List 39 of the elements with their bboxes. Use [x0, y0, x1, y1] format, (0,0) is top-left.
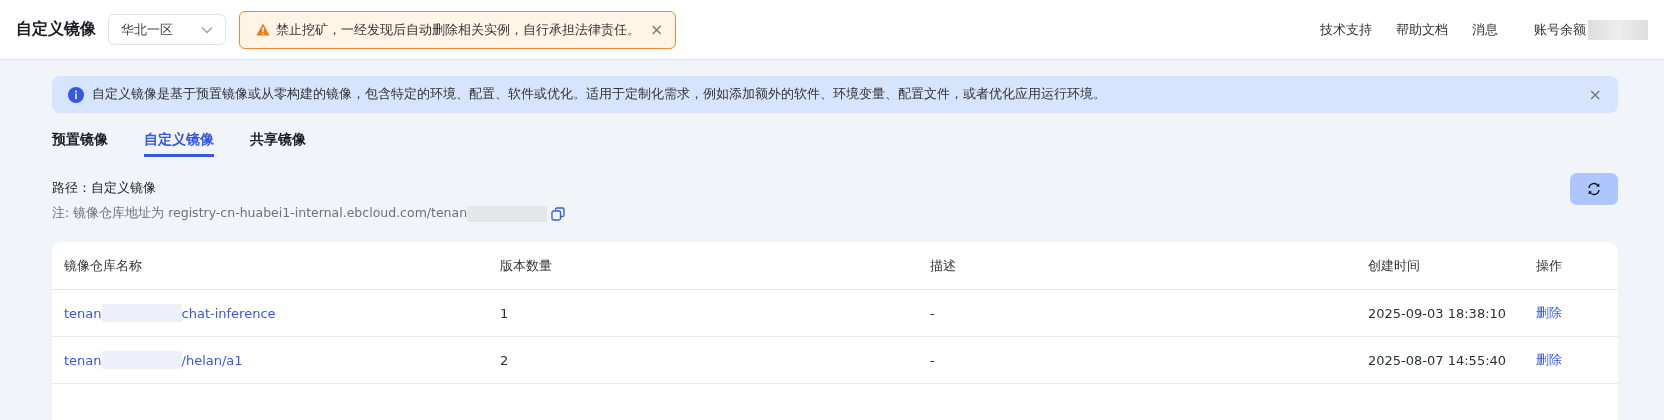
page-title: 自定义镜像	[16, 19, 96, 40]
column-header: 创建时间	[1368, 256, 1421, 275]
tab[interactable]: 预置镜像	[52, 123, 108, 157]
nav-link[interactable]: 消息	[1472, 20, 1498, 39]
nav-link[interactable]: 技术支持	[1320, 20, 1372, 39]
column-header: 描述	[930, 256, 957, 275]
close-button[interactable]: ×	[1584, 85, 1602, 104]
close-button[interactable]: ×	[646, 20, 664, 39]
registry-note: 注: 镜像仓库地址为 registry-cn-huabei1-internal.ebcloud.com/tenan	[52, 205, 468, 222]
warning-icon	[256, 23, 270, 36]
warning-text: 禁止挖矿，一经发现后自动删除相关实例，自行承担法律责任。	[276, 20, 640, 39]
delete-link[interactable]: 删除	[1536, 305, 1562, 320]
tab[interactable]: 共享镜像	[250, 123, 306, 157]
tab[interactable]: 自定义镜像	[144, 123, 214, 157]
chevron-down-icon	[201, 25, 213, 34]
column-header: 版本数量	[500, 256, 553, 275]
info-icon	[68, 86, 84, 103]
table-cell-text: -	[930, 305, 936, 321]
repository-link[interactable]: /helan/a1	[181, 352, 243, 368]
column-header: 操作	[1536, 256, 1563, 275]
delete-link[interactable]: 删除	[1536, 352, 1562, 367]
table-cell-text: 2025-09-03 18:38:10	[1368, 305, 1508, 321]
repository-link[interactable]: tenan	[64, 305, 102, 321]
repository-link[interactable]: tenan	[64, 352, 102, 368]
nav-link[interactable]: 帮助文档	[1396, 20, 1448, 39]
copy-icon[interactable]	[551, 206, 566, 221]
repository-link[interactable]: chat-inference	[181, 305, 276, 321]
column-header: 镜像仓库名称	[64, 256, 143, 275]
table-cell-text: 2	[500, 352, 510, 368]
account-balance-label: 账号余额	[1534, 20, 1586, 39]
table-cell-text: -	[930, 352, 936, 368]
redaction-mark	[1588, 19, 1648, 40]
table-cell-text: 2025-08-07 14:55:40	[1368, 352, 1508, 368]
refresh-button[interactable]	[1570, 173, 1618, 205]
table-cell-text: 1	[500, 305, 510, 321]
info-text: 自定义镜像是基于预置镜像或从零构建的镜像，包含特定的环境、配置、软件或优化。适用于定制化需求，例如添加额外的软件、环境变量、配置文件，或者优化应用运行环境。	[92, 86, 1107, 103]
region-select[interactable]: 华北一区	[108, 14, 226, 45]
path-text: 路径：自定义镜像	[52, 179, 157, 197]
refresh-icon	[1587, 182, 1601, 196]
